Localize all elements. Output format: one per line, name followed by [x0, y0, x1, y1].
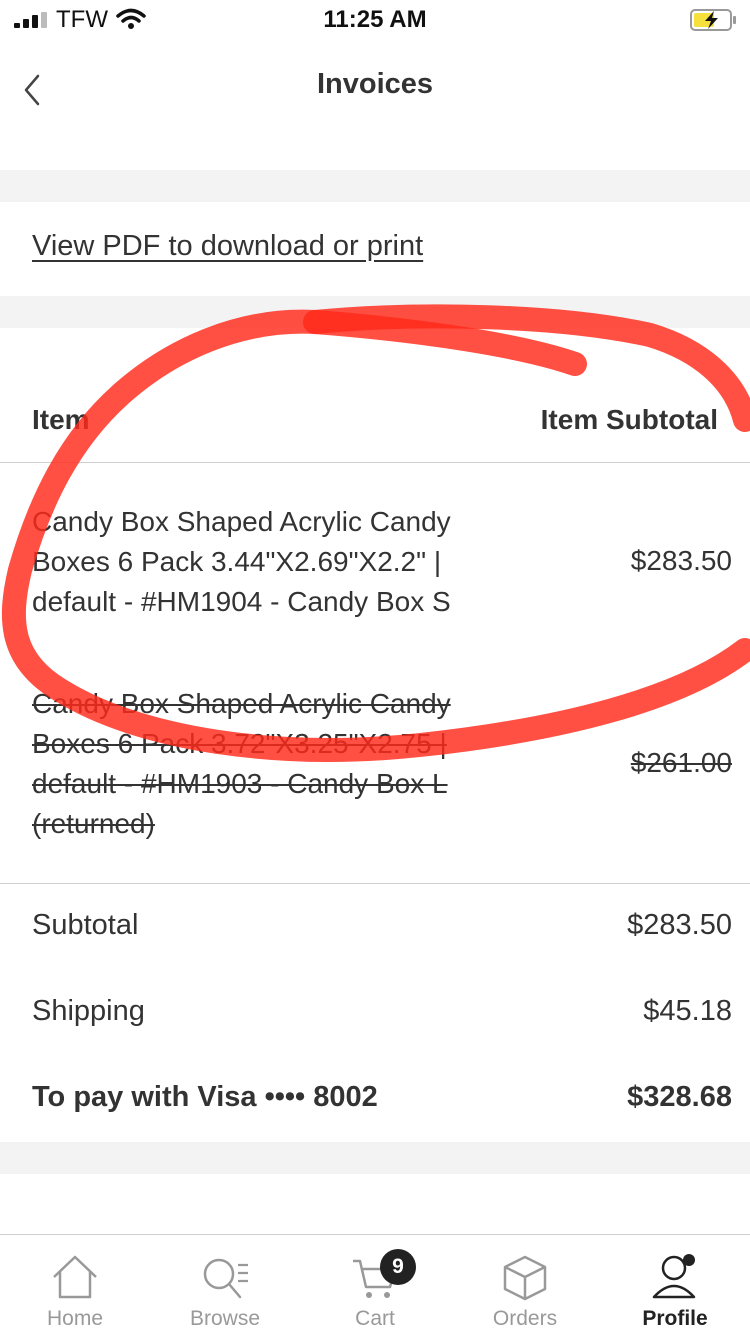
- section-divider: [0, 296, 750, 328]
- cart-count-badge: 9: [380, 1249, 416, 1285]
- tab-profile[interactable]: Profile: [600, 1235, 750, 1334]
- column-header-subtotal: Item Subtotal: [540, 404, 718, 435]
- divider: [0, 462, 750, 463]
- total-label: To pay with Visa •••• 8002: [32, 1081, 378, 1113]
- tab-label: Orders: [492, 1307, 558, 1330]
- divider: [0, 883, 750, 884]
- subtotal-value: $283.50: [627, 909, 732, 941]
- line-item-price: $283.50: [630, 545, 732, 576]
- page-title: Invoices: [316, 68, 434, 100]
- returned-line-item-name: Candy Box Shaped Acrylic Candy Boxes 6 P…: [32, 688, 451, 839]
- box-icon: [503, 1255, 547, 1301]
- cellular-signal-icon: [14, 12, 47, 28]
- section-divider: [0, 1142, 750, 1174]
- tab-label: Home: [46, 1307, 104, 1330]
- shipping-value: $45.18: [643, 995, 732, 1027]
- line-item-name: Candy Box Shaped Acrylic Candy Boxes 6 P…: [32, 506, 451, 617]
- tab-label: Cart: [355, 1307, 395, 1330]
- tab-label: Profile: [642, 1307, 708, 1330]
- tab-orders[interactable]: Orders: [450, 1235, 600, 1334]
- bottom-tab-bar: Home Browse 9 Cart Orders Profile: [0, 1234, 750, 1334]
- wifi-icon: [116, 8, 146, 29]
- tab-home[interactable]: Home: [0, 1235, 150, 1334]
- section-divider: [0, 170, 750, 202]
- home-icon: [53, 1255, 97, 1299]
- view-pdf-link[interactable]: View PDF to download or print: [32, 230, 423, 263]
- total-value: $328.68: [627, 1081, 732, 1113]
- status-time: 11:25 AM: [323, 6, 427, 33]
- status-bar: TFW 11:25 AM: [0, 0, 750, 40]
- subtotal-label: Subtotal: [32, 909, 139, 941]
- column-header-item: Item: [32, 404, 90, 435]
- battery-charging-icon: [690, 9, 736, 31]
- carrier-name: TFW: [56, 6, 108, 33]
- shipping-label: Shipping: [32, 995, 145, 1027]
- profile-icon: [652, 1254, 696, 1299]
- tab-cart[interactable]: 9 Cart: [300, 1235, 450, 1334]
- returned-line-item-price: $261.00: [630, 747, 732, 778]
- tab-browse[interactable]: Browse: [150, 1235, 300, 1334]
- nav-header: Invoices: [0, 40, 750, 170]
- browse-icon: [203, 1258, 248, 1299]
- tab-label: Browse: [189, 1307, 261, 1330]
